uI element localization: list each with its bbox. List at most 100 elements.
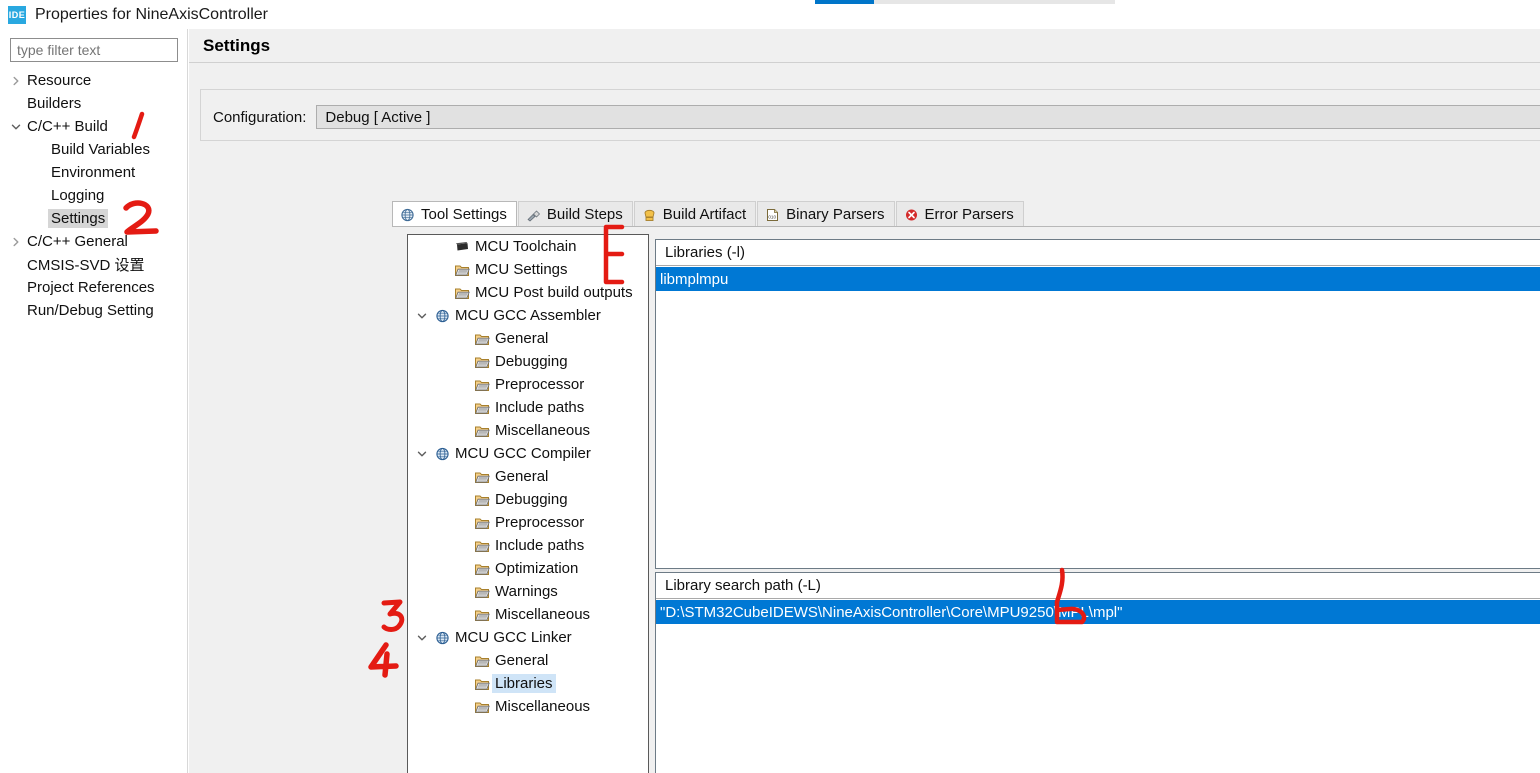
build-steps-icon — [526, 208, 541, 222]
sidebar-item-builders[interactable]: Builders — [0, 92, 188, 115]
sidebar-item-settings[interactable]: Settings — [0, 207, 188, 230]
tab-label: Tool Settings — [421, 206, 507, 223]
folder-icon — [472, 332, 492, 346]
tool-tree-item-label: Optimization — [495, 560, 579, 577]
library-list-item[interactable]: libmplmpu — [656, 267, 1540, 291]
tool-tree-item-label: Include paths — [495, 537, 585, 554]
tool-tree-item-preprocessor[interactable]: Preprocessor — [408, 373, 648, 396]
tool-tree-item-label: MCU GCC Linker — [455, 629, 572, 646]
tool-tree-item-mcu-toolchain[interactable]: MCU Toolchain — [408, 235, 648, 258]
settings-main: Settings Configuration: Debug [ Active ]… — [189, 29, 1540, 773]
sidebar-item-label: C/C++ Build — [27, 118, 108, 135]
properties-tree: Resource Builders C/C++ Build Build Variabl… — [0, 69, 188, 322]
globe-icon — [432, 447, 452, 461]
folder-icon — [472, 355, 492, 369]
tool-tree-item-debugging[interactable]: Debugging — [408, 350, 648, 373]
tab-tool-settings[interactable]: Tool Settings — [392, 201, 517, 227]
sidebar-item-environment[interactable]: Environment — [0, 161, 188, 184]
sidebar-item-resource[interactable]: Resource — [0, 69, 188, 92]
sidebar-item-run-debug-setting[interactable]: Run/Debug Setting — [0, 299, 188, 322]
folder-icon — [472, 424, 492, 438]
tool-tree-item-preprocessor[interactable]: Preprocessor — [408, 511, 648, 534]
tool-tree-item-general[interactable]: General — [408, 649, 648, 672]
sidebar-item-c-c-general[interactable]: C/C++ General — [0, 230, 188, 253]
tool-tree-item-label: Debugging — [495, 353, 568, 370]
tool-tree-item-label: General — [495, 652, 549, 669]
tool-tree-item-warnings[interactable]: Warnings — [408, 580, 648, 603]
tool-tree-item-optimization[interactable]: Optimization — [408, 557, 648, 580]
tool-tree-item-miscellaneous[interactable]: Miscellaneous — [408, 603, 648, 626]
tool-tree-item-general[interactable]: General — [408, 327, 648, 350]
tool-tree-item-miscellaneous[interactable]: Miscellaneous — [408, 419, 648, 442]
chevron-right-icon[interactable] — [8, 76, 24, 86]
tool-tree-item-include-paths[interactable]: Include paths — [408, 396, 648, 419]
tool-tree-item-miscellaneous[interactable]: Miscellaneous — [408, 695, 648, 718]
sidebar-item-logging[interactable]: Logging — [0, 184, 188, 207]
tool-tree-item-include-paths[interactable]: Include paths — [408, 534, 648, 557]
tool-tree-item-label: Preprocessor — [495, 514, 585, 531]
page-title: Settings — [203, 35, 271, 55]
tool-tree-item-debugging[interactable]: Debugging — [408, 488, 648, 511]
sidebar-item-build-variables[interactable]: Build Variables — [0, 138, 188, 161]
properties-sidebar: Resource Builders C/C++ Build Build Variabl… — [0, 29, 188, 773]
tool-tree-item-mcu-gcc-compiler[interactable]: MCU GCC Compiler — [408, 442, 648, 465]
libraries-list[interactable]: libmplmpu — [656, 267, 1540, 568]
tool-tree-item-label: MCU Settings — [475, 261, 568, 278]
ide-icon: IDE — [8, 5, 26, 24]
chevron-right-icon[interactable] — [8, 237, 24, 247]
sidebar-item-project-references[interactable]: Project References — [0, 276, 188, 299]
settings-tabs: Tool Settings Build Steps Build Artifact 01… — [392, 201, 1025, 227]
folder-icon — [472, 608, 492, 622]
folder-icon — [472, 562, 492, 576]
tab-label: Build Steps — [546, 206, 623, 223]
tool-tree-item-label: Libraries — [492, 674, 556, 693]
tab-build-artifact[interactable]: Build Artifact — [633, 201, 757, 227]
chevron-down-icon[interactable] — [412, 449, 432, 459]
progress-bar-fill — [815, 0, 874, 4]
tool-tree-item-mcu-gcc-assembler[interactable]: MCU GCC Assembler — [408, 304, 648, 327]
filter-input[interactable] — [10, 38, 178, 62]
tool-tree-item-mcu-gcc-linker[interactable]: MCU GCC Linker — [408, 626, 648, 649]
window-title-bar: IDE Properties for NineAxisController — [0, 0, 790, 29]
tool-tree-item-mcu-settings[interactable]: MCU Settings — [408, 258, 648, 281]
folder-icon — [472, 401, 492, 415]
tool-tree-item-label: Debugging — [495, 491, 568, 508]
sidebar-item-label: Resource — [27, 72, 92, 89]
window-title: Properties for NineAxisController — [35, 5, 268, 23]
library-search-path-list[interactable]: "D:\STM32CubeIDEWS\NineAxisController\Co… — [656, 600, 1540, 773]
tool-tree-item-label: Include paths — [495, 399, 585, 416]
tool-tree-item-libraries[interactable]: Libraries — [408, 672, 648, 695]
folder-icon — [472, 677, 492, 691]
build-artifact-icon — [642, 208, 657, 222]
sidebar-item-label: Project References — [27, 279, 155, 296]
folder-icon — [472, 539, 492, 553]
binary-parsers-icon: 010 — [765, 208, 780, 222]
chevron-down-icon[interactable] — [8, 122, 24, 132]
tool-tree-item-general[interactable]: General — [408, 465, 648, 488]
configuration-dropdown[interactable]: Debug [ Active ] — [316, 105, 1540, 129]
folder-icon — [472, 516, 492, 530]
chip-icon — [452, 240, 472, 254]
tab-binary-parsers[interactable]: 010 Binary Parsers — [757, 201, 895, 227]
chevron-down-icon[interactable] — [412, 311, 432, 321]
configuration-label: Configuration: — [213, 108, 307, 126]
sidebar-item-label: Environment — [51, 164, 136, 181]
tool-tree-item-label: Miscellaneous — [495, 698, 591, 715]
library-search-path-panel: Library search path (-L) "D:\STM32CubeID… — [655, 572, 1540, 773]
folder-icon — [452, 263, 472, 277]
sidebar-item-c-c-build[interactable]: C/C++ Build — [0, 115, 188, 138]
chevron-down-icon[interactable] — [412, 633, 432, 643]
tab-error-parsers[interactable]: Error Parsers — [895, 201, 1024, 227]
folder-icon — [472, 470, 492, 484]
tab-build-steps[interactable]: Build Steps — [517, 201, 633, 227]
sidebar-item-label: Settings — [48, 209, 109, 228]
error-parsers-icon — [904, 208, 919, 222]
library-search-path-list-item[interactable]: "D:\STM32CubeIDEWS\NineAxisController\Co… — [656, 600, 1540, 624]
sidebar-item-cmsis-svd[interactable]: CMSIS-SVD 设置 — [0, 253, 188, 276]
tool-tree-item-label: Preprocessor — [495, 376, 585, 393]
libraries-panel-header: Libraries (-l) — [656, 240, 1540, 266]
sidebar-item-label: Logging — [51, 187, 105, 204]
folder-icon — [472, 585, 492, 599]
tool-tree-item-mcu-post-build-outputs[interactable]: MCU Post build outputs — [408, 281, 648, 304]
tool-settings-tree-panel: MCU Toolchain MCU Settings MCU Post build … — [407, 234, 649, 773]
